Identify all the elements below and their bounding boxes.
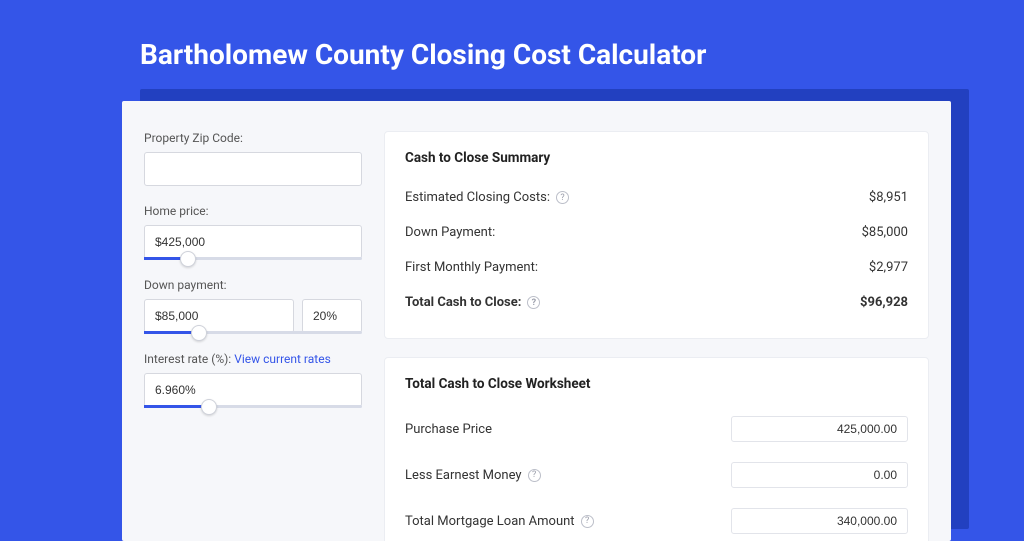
- row-label: First Monthly Payment:: [405, 260, 538, 275]
- results-column: Cash to Close Summary Estimated Closing …: [384, 131, 929, 541]
- summary-row-first-payment: First Monthly Payment: $2,977: [405, 250, 908, 285]
- row-value-input[interactable]: [731, 462, 908, 488]
- help-icon[interactable]: ?: [556, 191, 569, 204]
- row-value: $85,000: [862, 225, 908, 240]
- down-payment-label: Down payment:: [144, 278, 362, 292]
- slider-thumb[interactable]: [201, 399, 217, 415]
- slider-thumb[interactable]: [191, 325, 207, 341]
- zip-label: Property Zip Code:: [144, 131, 362, 145]
- row-label: Total Mortgage Loan Amount: [405, 514, 575, 529]
- down-payment-slider[interactable]: [144, 331, 362, 334]
- interest-rate-label-text: Interest rate (%):: [144, 352, 231, 366]
- down-payment-pct-input[interactable]: [302, 299, 362, 333]
- page-title: Bartholomew County Closing Cost Calculat…: [0, 0, 1024, 89]
- summary-row-total: Total Cash to Close: ? $96,928: [405, 285, 908, 320]
- help-icon[interactable]: ?: [528, 469, 541, 482]
- inputs-column: Property Zip Code: Home price: Down paym…: [144, 131, 362, 541]
- zip-input[interactable]: [144, 152, 362, 186]
- row-value-input[interactable]: [731, 416, 908, 442]
- interest-rate-field: Interest rate (%): View current rates: [144, 352, 362, 408]
- summary-panel: Cash to Close Summary Estimated Closing …: [384, 131, 929, 339]
- row-label: Total Cash to Close:: [405, 295, 521, 310]
- row-label: Estimated Closing Costs:: [405, 190, 550, 205]
- help-icon[interactable]: ?: [581, 515, 594, 528]
- down-payment-field: Down payment:: [144, 278, 362, 334]
- help-icon[interactable]: ?: [527, 296, 540, 309]
- zip-field: Property Zip Code:: [144, 131, 362, 186]
- row-value: $2,977: [869, 260, 908, 275]
- worksheet-panel: Total Cash to Close Worksheet Purchase P…: [384, 357, 929, 541]
- summary-title: Cash to Close Summary: [405, 150, 908, 166]
- row-label: Less Earnest Money: [405, 468, 522, 483]
- home-price-field: Home price:: [144, 204, 362, 260]
- worksheet-row-less-earnest: Less Earnest Money ?: [405, 452, 908, 498]
- worksheet-row-total-mortgage: Total Mortgage Loan Amount ?: [405, 498, 908, 541]
- view-rates-link[interactable]: View current rates: [234, 352, 331, 366]
- row-value: $8,951: [869, 190, 908, 205]
- home-price-slider[interactable]: [144, 257, 362, 260]
- interest-rate-slider[interactable]: [144, 405, 362, 408]
- home-price-input[interactable]: [144, 225, 362, 259]
- calculator-panel: Property Zip Code: Home price: Down paym…: [122, 101, 951, 541]
- interest-rate-label: Interest rate (%): View current rates: [144, 352, 362, 366]
- worksheet-title: Total Cash to Close Worksheet: [405, 376, 908, 392]
- interest-rate-input[interactable]: [144, 373, 362, 407]
- down-payment-input[interactable]: [144, 299, 294, 333]
- row-value: $96,928: [860, 295, 908, 310]
- home-price-label: Home price:: [144, 204, 362, 218]
- summary-row-down-payment: Down Payment: $85,000: [405, 215, 908, 250]
- slider-thumb[interactable]: [180, 251, 196, 267]
- row-label: Down Payment:: [405, 225, 495, 240]
- summary-row-estimated-costs: Estimated Closing Costs: ? $8,951: [405, 180, 908, 215]
- worksheet-row-purchase-price: Purchase Price: [405, 406, 908, 452]
- row-label: Purchase Price: [405, 422, 492, 437]
